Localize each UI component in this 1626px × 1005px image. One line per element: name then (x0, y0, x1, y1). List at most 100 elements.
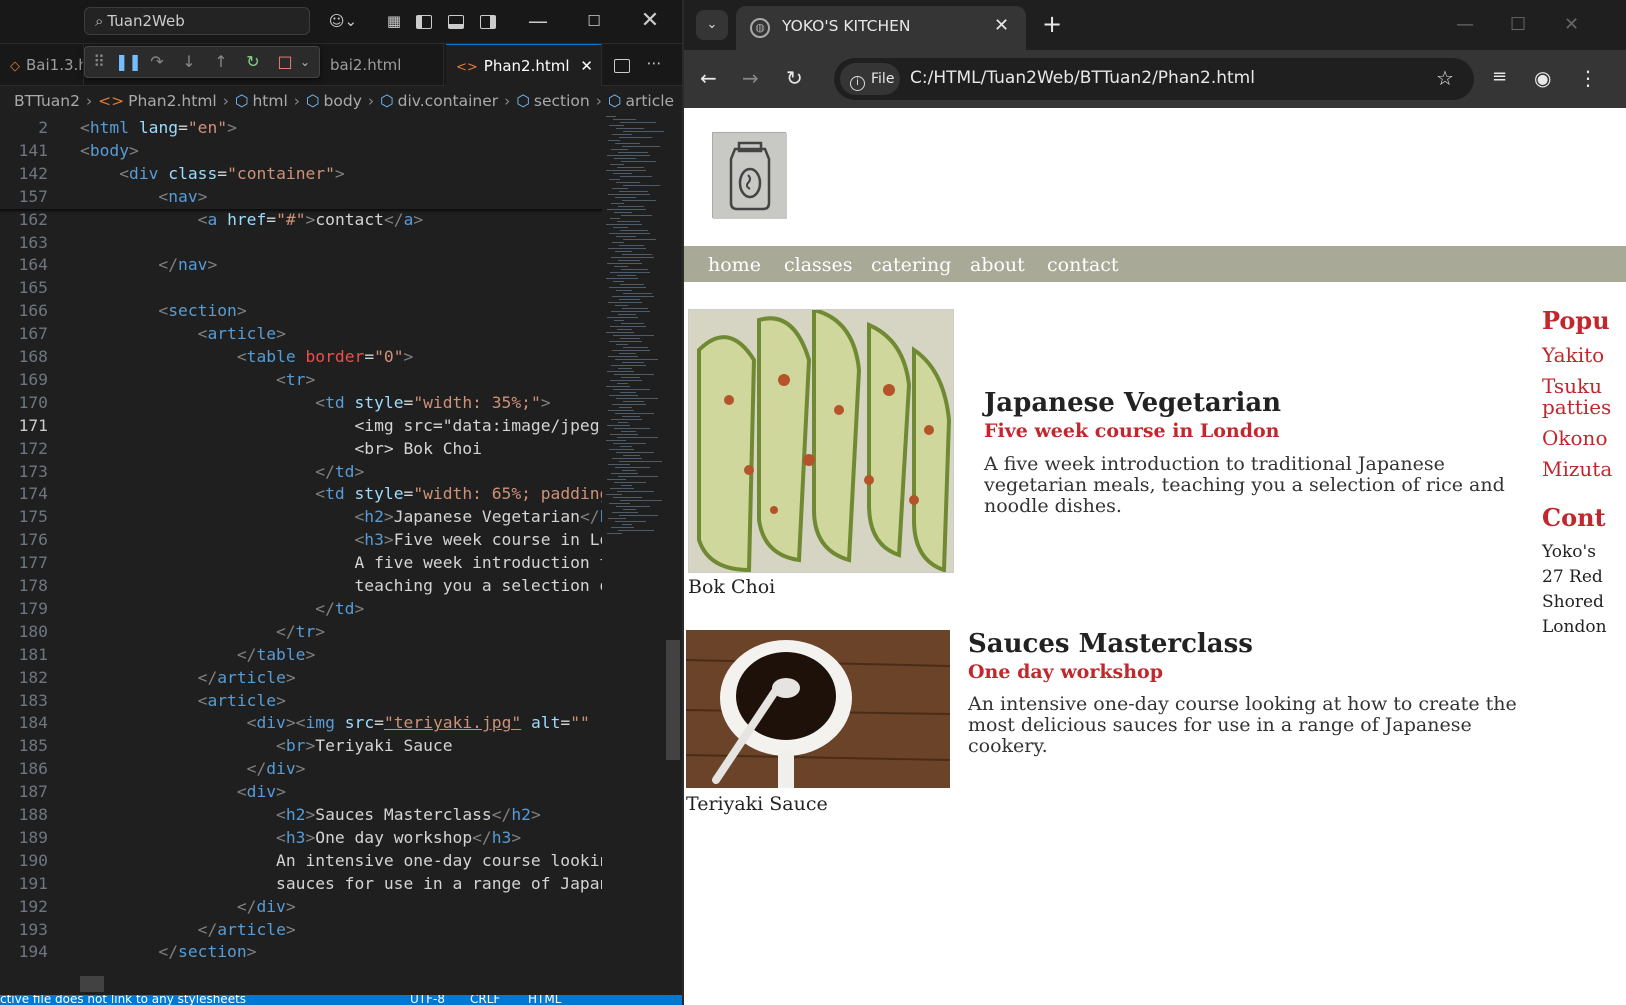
code-text[interactable]: teaching you a selection o (80, 574, 602, 598)
code-line[interactable]: 176 <h3>Five week course in Lo (0, 528, 602, 552)
aside-link[interactable]: Tsuku (1542, 375, 1602, 397)
code-text[interactable]: <td style="width: 65%; padding (80, 482, 602, 506)
code-text[interactable]: </div> (80, 895, 296, 919)
code-text[interactable]: <nav> (80, 185, 207, 209)
tab-bai1-3[interactable]: ◇ Bai1.3.htm (0, 44, 84, 86)
code-text[interactable]: <img src="data:image/jpeg; (80, 414, 602, 438)
minimap[interactable] (604, 116, 666, 996)
code-text[interactable]: <br> Bok Choi (80, 437, 481, 461)
more-actions-icon[interactable]: ⋯ (644, 53, 664, 73)
code-text[interactable]: <h2>Sauces Masterclass</h2> (80, 803, 541, 827)
tab-bai2[interactable]: bai2.html (320, 44, 444, 86)
nav-link-classes[interactable]: classes (784, 254, 853, 276)
code-line[interactable]: 182 </article> (0, 666, 602, 690)
code-line[interactable]: 193 </article> (0, 918, 602, 942)
code-text[interactable]: <h3>Five week course in Lo (80, 528, 602, 552)
status-encoding[interactable]: UTF-8 (410, 995, 445, 1005)
code-line[interactable]: 167 <article> (0, 322, 602, 346)
code-line[interactable]: 141 <body> (0, 139, 602, 163)
stop-icon[interactable]: □ (275, 52, 295, 72)
menu-icon[interactable]: ⋮ (1578, 66, 1598, 90)
code-line[interactable]: 170 <td style="width: 35%;"> (0, 391, 602, 415)
split-editor-icon[interactable] (612, 55, 632, 75)
code-line[interactable]: 191 sauces for use in a range of Japan (0, 872, 602, 896)
code-line[interactable]: 181 </table> (0, 643, 602, 667)
breadcrumb-item[interactable]: section (534, 92, 590, 110)
command-center-search[interactable]: ⌕ Tuan2Web (84, 7, 310, 35)
nav-link-about[interactable]: about (970, 254, 1025, 276)
toggle-secondary-sidebar-icon[interactable] (478, 11, 498, 31)
aside-link[interactable]: patties (1542, 396, 1611, 418)
code-line[interactable]: 173 </td> (0, 460, 602, 484)
breadcrumb-item[interactable]: div.container (398, 92, 499, 110)
code-text[interactable]: </td> (80, 460, 364, 484)
code-line[interactable]: 163 (0, 231, 602, 255)
code-text[interactable]: </div> (80, 757, 306, 781)
code-editor[interactable]: 2 <html lang="en"> 141 <body> 142 <div class… (0, 116, 602, 996)
code-text[interactable]: <h2>Japanese Vegetarian</h (80, 505, 602, 529)
code-text[interactable]: <html lang="en"> (80, 116, 237, 140)
chevron-down-icon[interactable]: ⌄ (295, 52, 315, 72)
code-text[interactable]: </section> (80, 940, 256, 964)
tab-phan2[interactable]: <> Phan2.html ✕ (446, 44, 602, 86)
code-text[interactable]: </td> (80, 597, 364, 621)
code-text[interactable]: <div> (80, 780, 286, 804)
step-into-icon[interactable]: ↓ (179, 52, 199, 72)
customize-layout-icon[interactable]: ▦ (384, 11, 404, 31)
horizontal-scrollbar[interactable] (80, 976, 104, 992)
code-text[interactable]: <body> (80, 139, 139, 163)
nav-link-home[interactable]: home (708, 254, 761, 276)
reload-icon[interactable]: ↻ (786, 66, 803, 90)
aside-link[interactable]: Yakito (1542, 344, 1604, 366)
status-language[interactable]: HTML (528, 995, 561, 1005)
toggle-sidebar-icon[interactable] (414, 11, 434, 31)
maximize-icon[interactable]: ☐ (1510, 14, 1526, 35)
code-line[interactable]: 2 <html lang="en"> (0, 116, 602, 140)
code-text[interactable]: <section> (80, 299, 246, 323)
code-line[interactable]: 164 </nav> (0, 253, 602, 277)
breadcrumb-item[interactable]: BTTuan2 (14, 92, 80, 110)
code-text[interactable]: </table> (80, 643, 315, 667)
code-text[interactable]: </nav> (80, 253, 217, 277)
nav-link-contact[interactable]: contact (1047, 254, 1119, 276)
code-line[interactable]: 172 <br> Bok Choi (0, 437, 602, 461)
address-bar[interactable]: i File C:/HTML/Tuan2Web/BTTuan2/Phan2.htm… (834, 58, 1474, 100)
restart-icon[interactable]: ↻ (243, 52, 263, 72)
code-text[interactable]: </article> (80, 666, 296, 690)
breadcrumb-item[interactable]: body (324, 92, 362, 110)
code-text[interactable]: <td style="width: 35%;"> (80, 391, 550, 415)
code-line[interactable]: 194 </section> (0, 940, 602, 964)
minimize-icon[interactable]: — (1456, 14, 1474, 35)
aside-link[interactable]: Okono (1542, 427, 1607, 449)
browser-tab[interactable]: ◍ YOKO'S KITCHEN ✕ (736, 6, 1026, 50)
code-line[interactable]: 189 <h3>One day workshop</h3> (0, 826, 602, 850)
media-controls-icon[interactable]: ≡ (1492, 66, 1507, 87)
step-out-icon[interactable]: ↑ (211, 52, 231, 72)
code-line[interactable]: 171 <img src="data:image/jpeg; (0, 414, 602, 438)
code-line[interactable]: 179 </td> (0, 597, 602, 621)
tab-search-icon[interactable]: ⌄ (696, 10, 728, 40)
code-line[interactable]: 187 <div> (0, 780, 602, 804)
code-line[interactable]: 169 <tr> (0, 368, 602, 392)
code-line[interactable]: 166 <section> (0, 299, 602, 323)
editor-scrollbar[interactable] (666, 640, 680, 760)
back-icon[interactable]: ← (700, 66, 717, 90)
code-text[interactable]: <br>Teriyaki Sauce (80, 734, 452, 758)
breadcrumb-item[interactable]: article (625, 92, 674, 110)
code-text[interactable]: An intensive one-day course lookin (80, 849, 602, 873)
code-text[interactable]: <tr> (80, 368, 315, 392)
code-line[interactable]: 174 <td style="width: 65%; padding (0, 482, 602, 506)
code-line[interactable]: 190 An intensive one-day course lookin (0, 849, 602, 873)
code-text[interactable]: <article> (80, 689, 286, 713)
close-tab-icon[interactable]: ✕ (580, 57, 593, 75)
code-text[interactable]: </article> (80, 918, 296, 942)
code-text[interactable]: </tr> (80, 620, 325, 644)
drag-handle-icon[interactable]: ⠿ (89, 52, 109, 72)
code-line[interactable]: 157 <nav> (0, 185, 602, 209)
forward-icon[interactable]: → (742, 66, 759, 90)
site-info-chip[interactable]: i File (840, 63, 900, 95)
nav-link-catering[interactable]: catering (871, 254, 951, 276)
url-text[interactable]: C:/HTML/Tuan2Web/BTTuan2/Phan2.html (910, 68, 1255, 88)
status-message[interactable]: ctive file does not link to any styleshe… (0, 995, 246, 1005)
copilot-icon[interactable]: ☺⌄ (328, 11, 358, 31)
